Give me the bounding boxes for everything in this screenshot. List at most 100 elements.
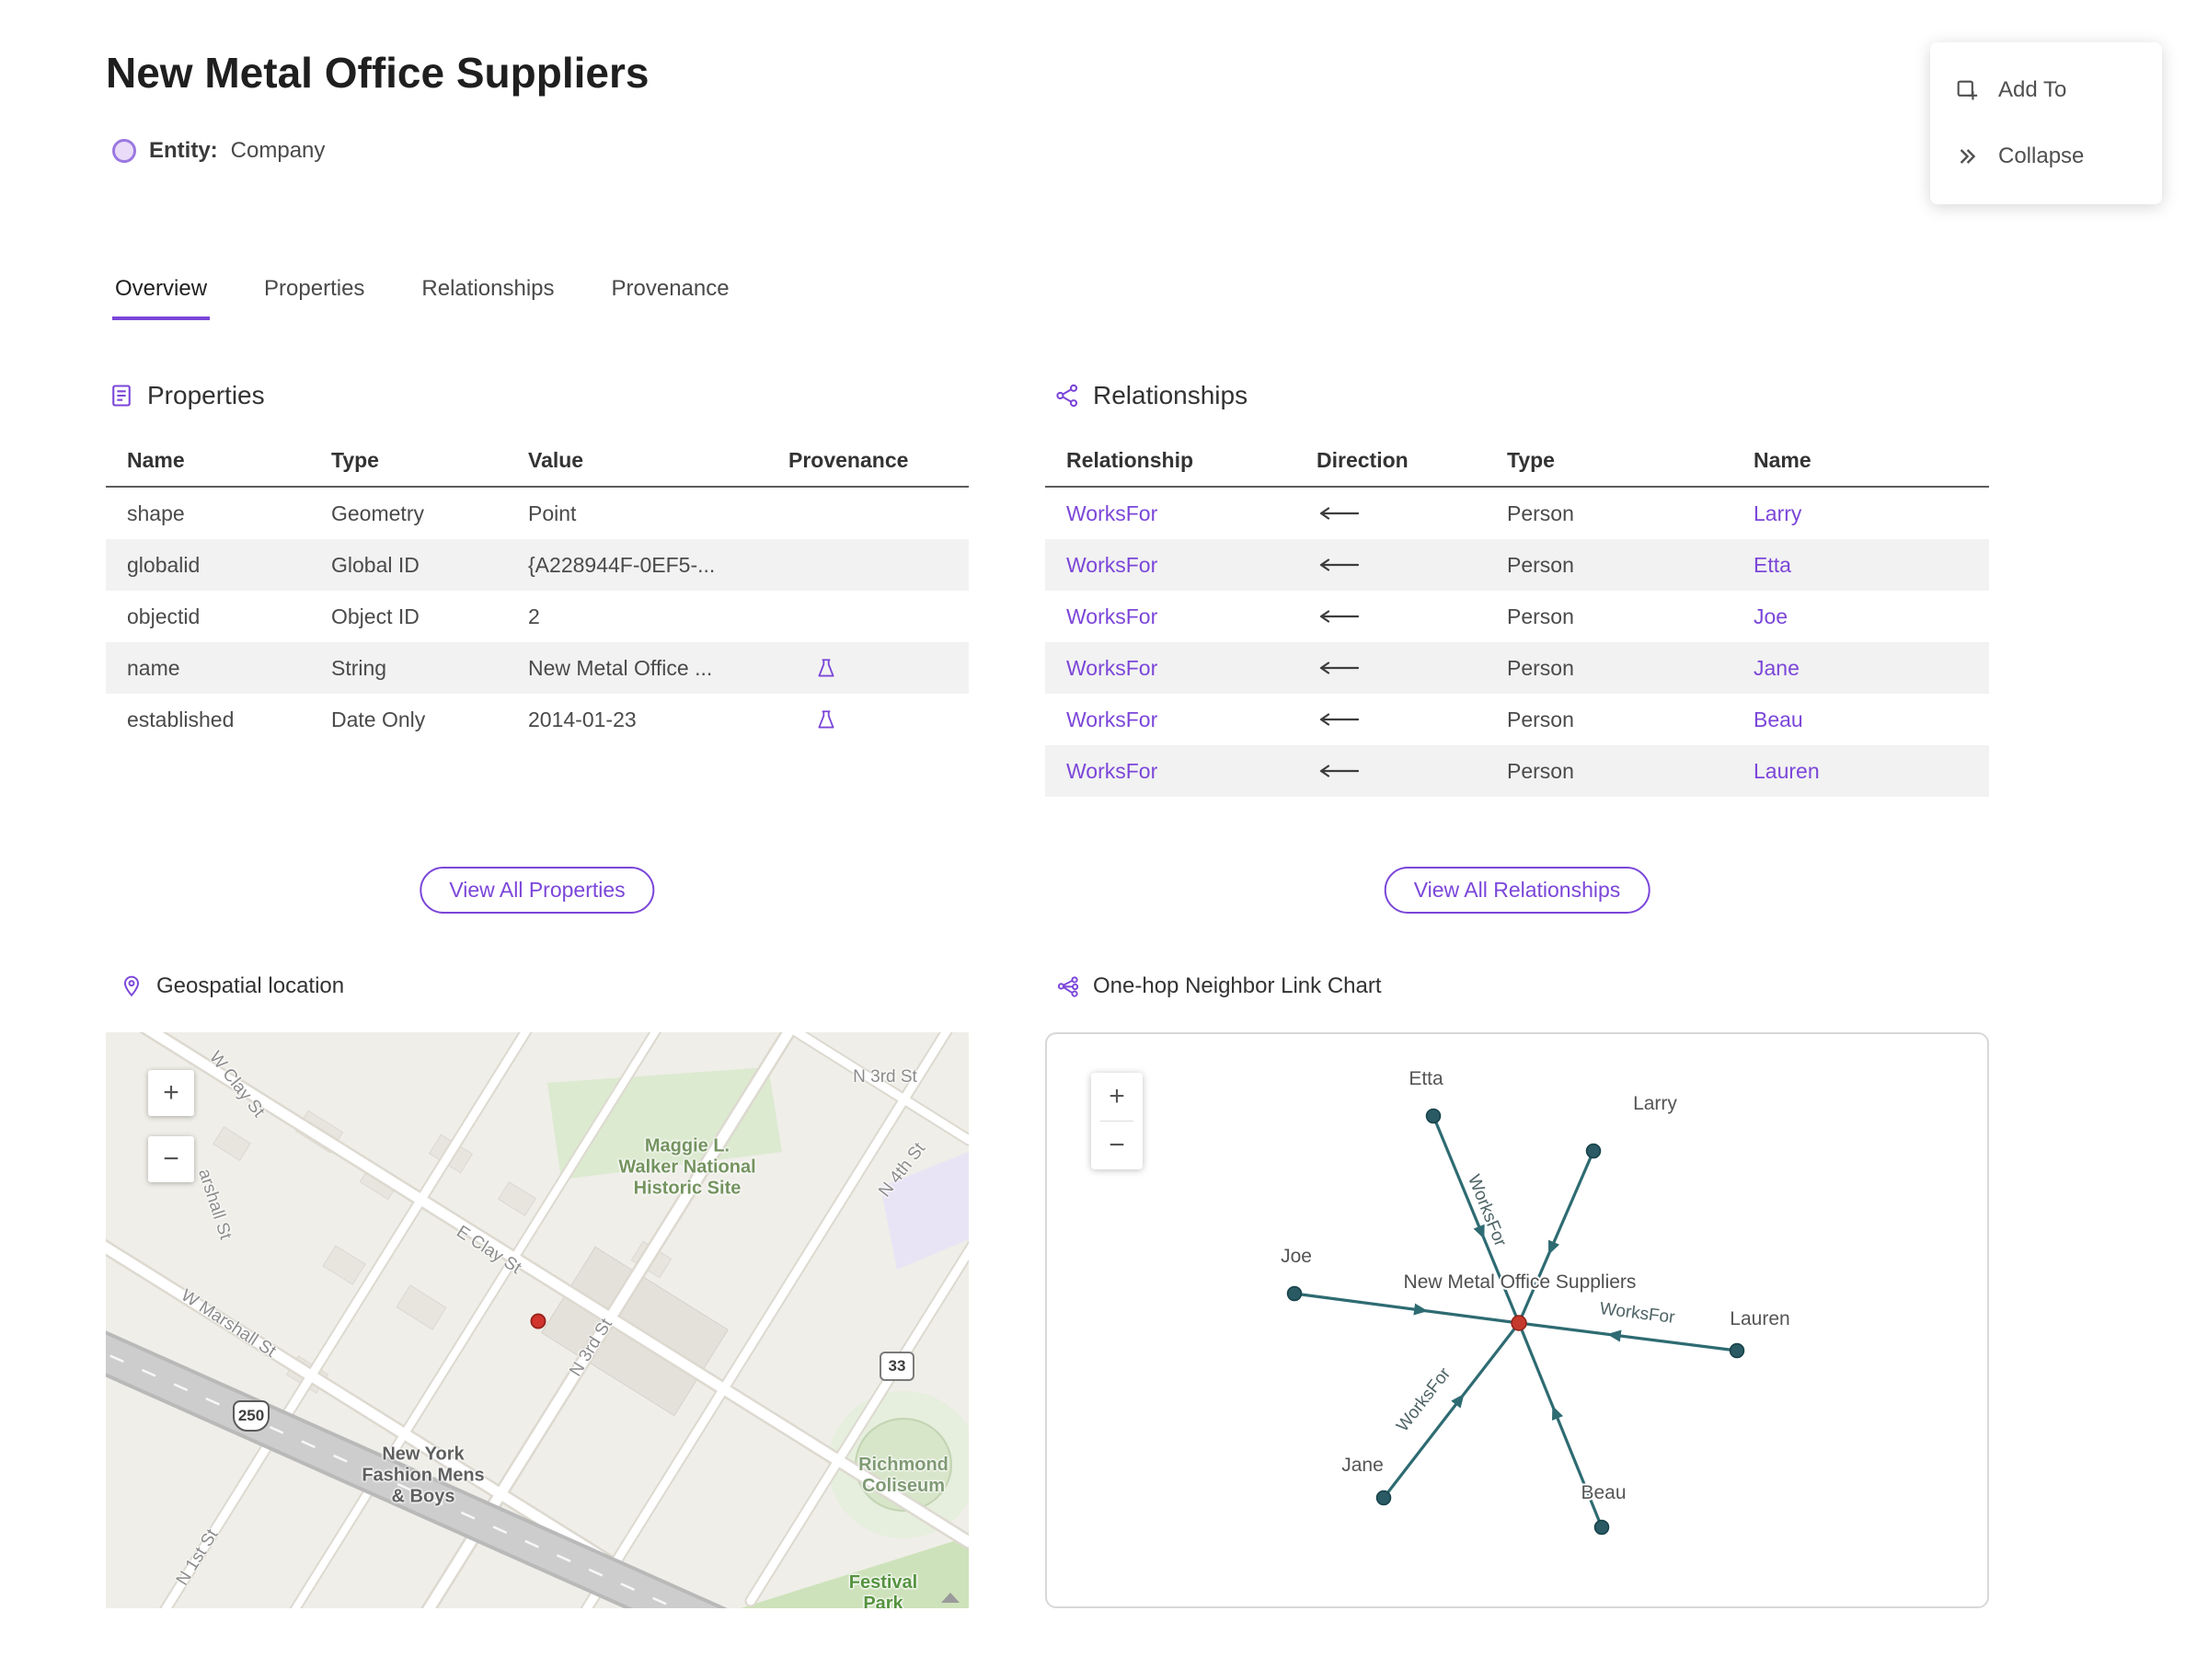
properties-section-header: Properties bbox=[109, 381, 265, 410]
map-label: N 1st St bbox=[172, 1525, 223, 1589]
relationship-type-link[interactable]: WorksFor bbox=[1066, 656, 1157, 680]
add-to-button[interactable]: Add To bbox=[1930, 57, 2162, 123]
related-entity-link[interactable]: Beau bbox=[1754, 708, 1803, 731]
relationship-direction bbox=[1295, 539, 1486, 591]
relationship-type-link[interactable]: WorksFor bbox=[1066, 708, 1157, 731]
map-canvas[interactable]: W Clay St arshall St W Marshall St E Clay S… bbox=[106, 1032, 969, 1608]
property-provenance bbox=[767, 591, 969, 642]
property-name: globalid bbox=[127, 552, 201, 577]
chart-node-larry[interactable] bbox=[1585, 1143, 1602, 1159]
relationship-entity-type: Person bbox=[1507, 552, 1574, 577]
chart-zoom-control: + − bbox=[1091, 1073, 1143, 1169]
tab-relationships[interactable]: Relationships bbox=[419, 276, 557, 320]
col-value: Value bbox=[507, 448, 767, 488]
chart-node-beau[interactable] bbox=[1593, 1519, 1610, 1536]
chart-node-label: Etta bbox=[1409, 1068, 1443, 1089]
link-chart-svg: WorksFor WorksFor WorksFor Etta Larry Joe Laur… bbox=[1279, 1066, 1792, 1536]
map-label: E Clay St bbox=[453, 1222, 525, 1279]
map-pin-icon bbox=[123, 975, 140, 997]
map-attribution-toggle[interactable] bbox=[941, 1593, 960, 1603]
relationship-type-link[interactable]: WorksFor bbox=[1066, 553, 1157, 577]
chart-edge bbox=[1518, 1321, 1738, 1352]
map-label: Maggie L. Walker National Historic Site bbox=[618, 1135, 756, 1199]
one-hop-section-title: One-hop Neighbor Link Chart bbox=[1093, 973, 1382, 998]
double-chevron-right-icon bbox=[1960, 149, 1976, 164]
edge-label: WorksFor bbox=[1599, 1299, 1677, 1328]
property-value: 2014-01-23 bbox=[528, 707, 637, 731]
chart-edge bbox=[1294, 1292, 1520, 1325]
chart-node-joe[interactable] bbox=[1286, 1285, 1303, 1302]
map-label: Richmond Coliseum bbox=[858, 1455, 949, 1496]
property-name: name bbox=[127, 655, 180, 680]
collapse-label: Collapse bbox=[1998, 144, 2085, 168]
relationship-direction bbox=[1295, 642, 1486, 694]
view-all-properties-button[interactable]: View All Properties bbox=[420, 867, 655, 914]
entity-label: Entity: bbox=[149, 138, 218, 163]
related-entity-link[interactable]: Jane bbox=[1754, 656, 1800, 680]
chart-node-lauren[interactable] bbox=[1729, 1342, 1745, 1359]
relationship-entity-type: Person bbox=[1507, 707, 1574, 731]
geospatial-section-header: Geospatial location bbox=[120, 973, 344, 999]
col-direction: Direction bbox=[1295, 448, 1486, 488]
relationships-icon bbox=[1056, 384, 1078, 408]
relationships-section-header: Relationships bbox=[1054, 381, 1248, 410]
entity-type-value: Company bbox=[230, 138, 326, 163]
relationship-type-link[interactable]: WorksFor bbox=[1066, 759, 1157, 783]
relationship-entity-type: Person bbox=[1507, 501, 1574, 525]
tab-overview[interactable]: Overview bbox=[112, 276, 211, 320]
link-chart-canvas[interactable]: WorksFor WorksFor WorksFor Etta Larry Joe Laur… bbox=[1045, 1032, 1989, 1608]
property-provenance bbox=[767, 694, 969, 745]
related-entity-link[interactable]: Lauren bbox=[1754, 759, 1820, 783]
related-entity-link[interactable]: Joe bbox=[1754, 604, 1788, 628]
chart-node-etta[interactable] bbox=[1425, 1108, 1442, 1124]
collapse-button[interactable]: Collapse bbox=[1930, 123, 2162, 190]
tab-properties[interactable]: Properties bbox=[261, 276, 367, 320]
chart-center-node[interactable] bbox=[1511, 1315, 1527, 1331]
map-zoom-in-button[interactable]: + bbox=[148, 1070, 194, 1116]
provenance-icon[interactable] bbox=[814, 657, 838, 681]
map-zoom-out-button[interactable]: − bbox=[148, 1136, 194, 1182]
relationship-entity-type: Person bbox=[1507, 655, 1574, 680]
property-name: established bbox=[127, 707, 235, 731]
entity-type-row: Entity: Company bbox=[112, 138, 325, 164]
chart-node-label: Joe bbox=[1281, 1246, 1312, 1267]
properties-table: Name Type Value Provenance shape Geometry… bbox=[106, 448, 969, 745]
tab-bar: Overview Properties Relationships Proven… bbox=[112, 276, 732, 320]
edge-label: WorksFor bbox=[1464, 1172, 1510, 1250]
relationship-entity-type: Person bbox=[1507, 758, 1574, 783]
one-hop-section-header: One-hop Neighbor Link Chart bbox=[1056, 973, 1382, 999]
tab-provenance[interactable]: Provenance bbox=[609, 276, 732, 320]
property-type: String bbox=[331, 655, 387, 680]
related-entity-link[interactable]: Etta bbox=[1754, 553, 1791, 577]
chart-edge bbox=[1517, 1150, 1595, 1324]
chart-zoom-out-button[interactable]: − bbox=[1091, 1122, 1143, 1169]
relationship-type-link[interactable]: WorksFor bbox=[1066, 501, 1157, 525]
relationship-direction bbox=[1295, 694, 1486, 745]
relationship-type-link[interactable]: WorksFor bbox=[1066, 604, 1157, 628]
add-to-icon bbox=[1957, 80, 1978, 100]
property-row: shape Geometry Point bbox=[106, 487, 969, 539]
chart-center-label: New Metal Office Suppliers bbox=[1404, 1272, 1637, 1293]
property-row: established Date Only 2014-01-23 bbox=[106, 694, 969, 745]
map-label: arshall St bbox=[194, 1166, 236, 1242]
entity-detail-page: New Metal Office Suppliers Entity: Compa… bbox=[0, 0, 2208, 1680]
relationship-row: WorksFor Person Joe bbox=[1045, 591, 1989, 642]
property-name: objectid bbox=[127, 604, 201, 628]
chart-node-jane[interactable] bbox=[1375, 1490, 1392, 1506]
properties-section-title: Properties bbox=[147, 381, 265, 409]
map-marker[interactable] bbox=[530, 1313, 546, 1329]
chart-zoom-in-button[interactable]: + bbox=[1091, 1073, 1143, 1121]
provenance-icon[interactable] bbox=[814, 708, 838, 732]
map-label: W Clay St bbox=[205, 1048, 269, 1122]
view-all-relationships-button[interactable]: View All Relationships bbox=[1384, 867, 1650, 914]
col-provenance: Provenance bbox=[767, 448, 969, 488]
property-type: Object ID bbox=[331, 604, 420, 628]
property-value: 2 bbox=[528, 604, 540, 628]
property-row: globalid Global ID {A228944F-0EF5-... bbox=[106, 539, 969, 591]
related-entity-link[interactable]: Larry bbox=[1754, 501, 1801, 525]
left-arrow-icon bbox=[1319, 661, 1360, 674]
property-name: shape bbox=[127, 501, 185, 525]
relationship-direction bbox=[1295, 591, 1486, 642]
left-arrow-icon bbox=[1319, 764, 1360, 777]
property-type: Geometry bbox=[331, 501, 424, 525]
